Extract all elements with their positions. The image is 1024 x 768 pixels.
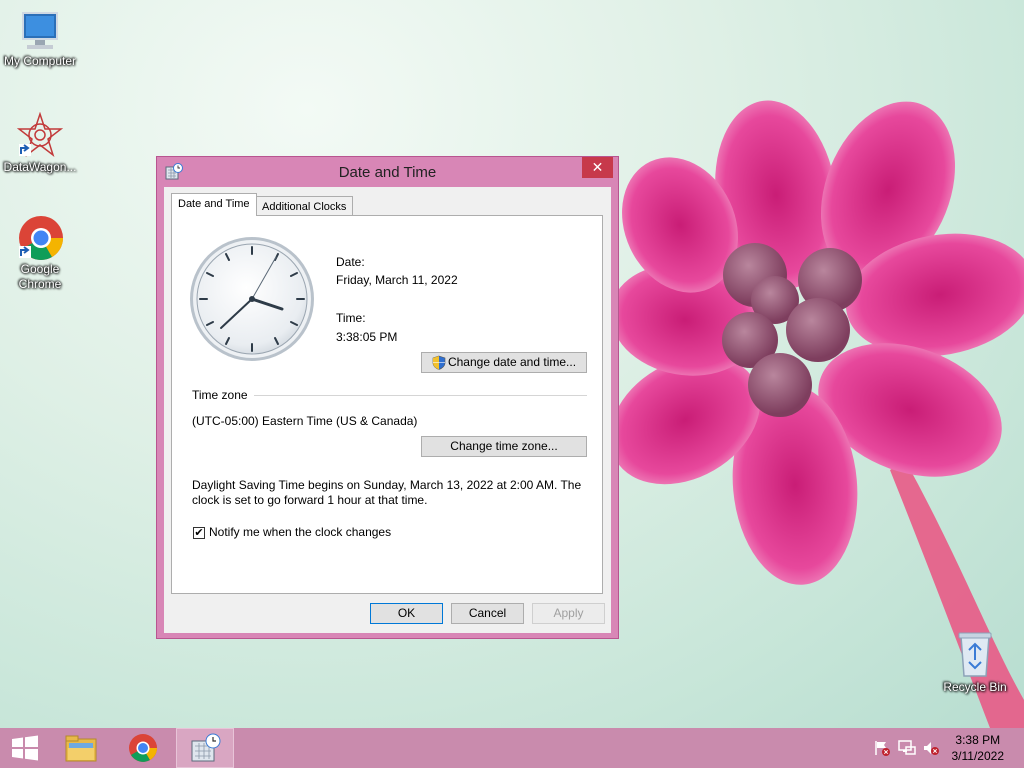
tab-label: Additional Clocks [262, 201, 347, 213]
change-time-zone-label: Change time zone... [450, 439, 558, 453]
volume-muted-icon[interactable] [922, 739, 940, 757]
taskbar-file-explorer[interactable] [52, 728, 110, 768]
notify-label[interactable]: Notify me when the clock changes [209, 525, 391, 539]
date-label: Date: [336, 255, 365, 269]
dialog-client-area: Date and Time Additional Clocks Date: Fr… [164, 187, 611, 633]
date-time-app-icon [191, 733, 221, 762]
taskbar-date-and-time[interactable] [176, 728, 234, 768]
desktop-icon-label: DataWagon... [3, 160, 77, 174]
time-label: Time: [336, 311, 366, 325]
desktop-icon-label: Google Chrome [18, 262, 62, 291]
action-center-flag-icon[interactable] [873, 739, 891, 757]
cancel-button[interactable]: Cancel [451, 603, 524, 624]
apply-label: Apply [553, 606, 584, 620]
clock-time: 3:38 PM [955, 733, 1001, 747]
analog-clock [190, 237, 314, 361]
uac-shield-icon [432, 355, 446, 370]
change-date-and-time-label: Change date and time... [447, 355, 577, 369]
chrome-icon [19, 216, 63, 260]
ok-label: OK [397, 606, 416, 620]
tab-label: Date and Time [178, 198, 250, 210]
date-value: Friday, March 11, 2022 [336, 273, 458, 287]
time-zone-separator [254, 395, 587, 396]
notify-checkbox[interactable]: ✔ [193, 527, 205, 539]
network-icon[interactable] [898, 739, 916, 757]
desktop-icon-label: Recycle Bin [943, 680, 1007, 694]
ok-button[interactable]: OK [370, 603, 443, 624]
datawagon-icon [17, 112, 63, 158]
desktop-icon-label: My Computer [3, 54, 77, 68]
start-button[interactable] [0, 728, 58, 768]
close-button[interactable]: ✕ [582, 157, 613, 178]
cancel-label: Cancel [468, 606, 507, 620]
apply-button: Apply [532, 603, 605, 624]
date-and-time-panel: Date: Friday, March 11, 2022 Time: 3:38:… [171, 215, 603, 594]
taskbar: 3:38 PM 3/11/2022 [0, 728, 1024, 768]
time-value: 3:38:05 PM [336, 330, 398, 344]
time-zone-heading: Time zone [192, 388, 248, 402]
recycle-bin-icon [958, 632, 992, 677]
tab-additional-clocks[interactable]: Additional Clocks [255, 196, 354, 216]
desktop-icon-recycle-bin[interactable]: Recycle Bin [935, 630, 1015, 695]
dialog-title: Date and Time [338, 164, 437, 181]
computer-icon [22, 12, 58, 49]
dst-info-line2: clock is set to go forward 1 hour at tha… [192, 493, 428, 507]
time-zone-value: (UTC-05:00) Eastern Time (US & Canada) [192, 414, 418, 428]
change-date-and-time-button[interactable]: Change date and time... [421, 352, 587, 373]
dialog-titlebar[interactable]: Date and Time ✕ [157, 157, 618, 187]
taskbar-chrome[interactable] [114, 728, 172, 768]
chrome-icon [129, 734, 157, 762]
tray-clock[interactable]: 3:38 PM 3/11/2022 [952, 732, 1005, 764]
date-and-time-dialog: Date and Time ✕ Date and Time Additional… [156, 156, 619, 639]
check-icon: ✔ [194, 527, 204, 539]
desktop-icon-my-computer[interactable]: My Computer [0, 10, 80, 69]
change-time-zone-button[interactable]: Change time zone... [421, 436, 587, 457]
tab-date-and-time[interactable]: Date and Time [171, 193, 257, 216]
start-icon [12, 735, 38, 761]
desktop-icon-datawagon[interactable]: DataWagon... [0, 112, 80, 175]
file-explorer-icon [65, 735, 97, 762]
desktop-icon-google-chrome[interactable]: Google Chrome [0, 214, 80, 292]
clock-date: 3/11/2022 [951, 749, 1005, 763]
desktop: My Computer DataWagon... Google Chrome R… [0, 0, 1024, 728]
close-icon: ✕ [591, 159, 604, 175]
dst-info-line1: Daylight Saving Time begins on Sunday, M… [192, 478, 582, 492]
